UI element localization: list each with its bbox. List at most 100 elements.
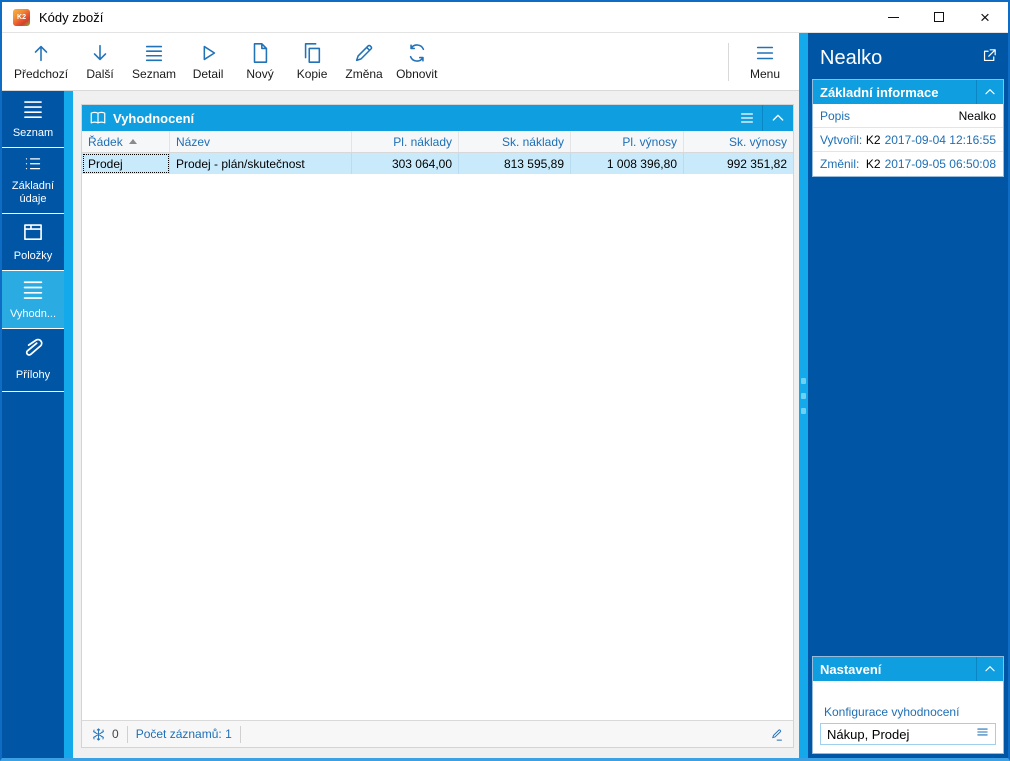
panel-menu-button[interactable]: [732, 105, 762, 131]
refresh-button[interactable]: Obnovit: [390, 36, 443, 88]
column-label: Sk. náklady: [501, 134, 564, 149]
minimize-icon: [887, 16, 899, 18]
right-panel: Nealko Základní informace Popis Nealko V…: [808, 33, 1008, 758]
minimize-button[interactable]: [870, 2, 916, 32]
table-empty-area[interactable]: [82, 174, 793, 720]
cell-nazev[interactable]: Prodej - plán/skutečnost: [170, 153, 352, 174]
column-header-sk-naklady[interactable]: Sk. náklady: [459, 131, 571, 152]
edit-mode-button[interactable]: [761, 726, 784, 742]
basic-info-header: Základní informace: [813, 80, 1003, 104]
menu-button[interactable]: Menu: [739, 36, 791, 88]
list-lines-icon: [24, 101, 42, 119]
column-header-sk-vynosy[interactable]: Sk. výnosy: [684, 131, 793, 152]
open-in-window-button[interactable]: [981, 47, 998, 69]
column-label: Pl. výnosy: [622, 134, 677, 149]
arrow-down-icon: [93, 44, 107, 61]
close-button[interactable]: ×: [962, 2, 1008, 32]
chevron-up-icon: [985, 665, 995, 672]
refresh-label: Obnovit: [396, 67, 438, 81]
info-user: K2: [865, 132, 881, 147]
next-button[interactable]: Další: [74, 36, 126, 88]
window-controls: ×: [870, 2, 1008, 32]
box-icon: [24, 224, 42, 241]
table-row[interactable]: Prodej Prodej - plán/skutečnost 303 064,…: [82, 153, 793, 174]
copy-icon: [304, 43, 321, 63]
column-label: Sk. výnosy: [728, 134, 787, 149]
paperclip-icon: [25, 338, 43, 356]
column-label: Pl. náklady: [393, 134, 452, 149]
toolbar-divider: [728, 42, 729, 81]
config-dropdown-button[interactable]: [974, 725, 991, 744]
sidebar-item-polozky[interactable]: Položky: [2, 214, 64, 271]
cell-sk-naklady[interactable]: 813 595,89: [459, 153, 571, 174]
info-label: Vytvořil:: [820, 132, 863, 147]
cell-pl-vynosy[interactable]: 1 008 396,80: [571, 153, 684, 174]
maximize-icon: [934, 12, 944, 22]
previous-label: Předchozí: [14, 67, 69, 81]
maximize-button[interactable]: [916, 2, 962, 32]
splitter-grip-icon: [801, 392, 806, 399]
column-header-nazev[interactable]: Název: [170, 131, 352, 152]
basic-info-collapse-button[interactable]: [977, 80, 1003, 104]
right-panel-titlebar: Nealko: [812, 37, 1004, 79]
column-label: Název: [176, 134, 211, 149]
arrow-up-icon: [34, 45, 48, 62]
sidebar-item-label: Vyhodn...: [9, 308, 57, 321]
edit-button[interactable]: Změna: [338, 36, 390, 88]
settings-section: Nastavení Konfigurace vyhodnocení Nákup,…: [812, 656, 1004, 754]
detail-list-icon: [25, 158, 41, 170]
record-title: Nealko: [820, 46, 883, 69]
splitter-grip-icon: [801, 407, 806, 414]
detail-label: Detail: [192, 67, 224, 81]
sidebar-item-label: Seznam: [12, 127, 54, 140]
main-area: Vyhodnocení Řádek Název Pl. náklady Sk. …: [73, 91, 799, 758]
copy-button[interactable]: Kopie: [286, 36, 338, 88]
info-row-vytvoril: Vytvořil: K2 2017-09-04 12:16:55: [813, 128, 1003, 152]
column-label: Řádek: [88, 134, 123, 149]
edit-label: Změna: [345, 67, 383, 81]
sidebar-item-label: Položky: [13, 250, 53, 263]
cell-radek[interactable]: Prodej: [82, 153, 170, 174]
sidebar-filler: [2, 392, 64, 758]
close-icon: ×: [980, 7, 990, 27]
info-label: Popis: [820, 108, 851, 123]
sidebar-item-seznam[interactable]: Seznam: [2, 91, 64, 148]
config-dropdown[interactable]: Nákup, Prodej: [820, 723, 996, 745]
basic-info-section: Základní informace Popis Nealko Vytvořil…: [812, 79, 1004, 177]
sidebar-item-label: Základní údaje: [11, 179, 55, 206]
cell-sk-vynosy[interactable]: 992 351,82: [684, 153, 793, 174]
panel-splitter[interactable]: [799, 33, 808, 758]
column-header-pl-naklady[interactable]: Pl. náklady: [352, 131, 459, 152]
open-book-icon: [90, 111, 106, 124]
info-row-popis: Popis Nealko: [813, 104, 1003, 128]
lock-count: 0: [112, 727, 119, 741]
list-label: Seznam: [132, 67, 177, 81]
pencil-icon: [355, 44, 373, 62]
column-header-radek[interactable]: Řádek: [82, 131, 170, 152]
panel-title: Vyhodnocení: [113, 110, 195, 126]
panel-collapse-button[interactable]: [763, 105, 793, 131]
previous-button[interactable]: Předchozí: [8, 36, 74, 88]
sidebar-accent-strip: [64, 91, 73, 758]
list-button[interactable]: Seznam: [126, 36, 182, 88]
asterisk-lock-icon: [93, 727, 104, 741]
info-date: 2017-09-05 06:50:08: [884, 157, 996, 171]
new-button[interactable]: Nový: [234, 36, 286, 88]
cell-pl-naklady[interactable]: 303 064,00: [352, 153, 459, 174]
toolbar: Předchozí Další Seznam Detail Nový Kopie…: [2, 33, 799, 91]
sidebar-item-vyhodnoceni[interactable]: Vyhodn...: [2, 271, 64, 329]
menu-icon: [977, 728, 988, 735]
detail-button[interactable]: Detail: [182, 36, 234, 88]
refresh-icon: [409, 44, 424, 62]
column-header-pl-vynosy[interactable]: Pl. výnosy: [571, 131, 684, 152]
info-user: K2: [865, 157, 881, 171]
menu-icon: [741, 113, 753, 123]
sidebar-item-zakladni-udaje[interactable]: Základní údaje: [2, 148, 64, 214]
menu-icon: [756, 46, 774, 60]
info-date: 2017-09-04 12:16:55: [884, 132, 996, 147]
next-label: Další: [86, 67, 114, 81]
sidebar-item-prilohy[interactable]: Přílohy: [2, 329, 64, 392]
new-label: Nový: [246, 67, 274, 81]
settings-collapse-button[interactable]: [977, 657, 1003, 681]
left-sidebar: Seznam Základní údaje Položky Vyhodn... …: [2, 91, 73, 758]
